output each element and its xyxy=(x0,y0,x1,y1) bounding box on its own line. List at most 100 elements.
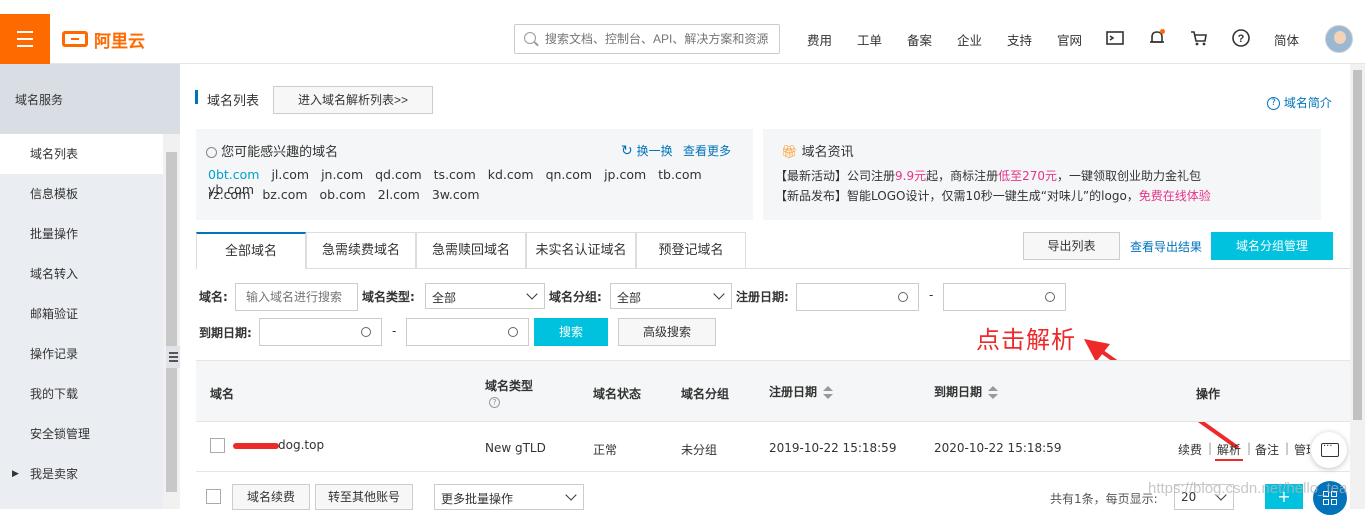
terminal-icon[interactable] xyxy=(1105,28,1125,48)
tab-preregistered[interactable]: 预登记域名 xyxy=(636,232,746,268)
export-results-link[interactable]: 查看导出结果 xyxy=(1130,238,1202,255)
bell-icon[interactable] xyxy=(1147,28,1167,48)
domain-search-input[interactable] xyxy=(235,283,358,311)
suggested-domain[interactable]: jp.com xyxy=(604,167,646,182)
nav-fees[interactable]: 费用 xyxy=(807,30,832,49)
nav-official-site[interactable]: 官网 xyxy=(1057,30,1082,49)
sort-icon[interactable] xyxy=(988,385,999,400)
suggested-domain[interactable]: tb.com xyxy=(658,167,702,182)
sidebar-item-transfer-in[interactable]: 域名转入 xyxy=(0,254,163,294)
manage-link[interactable]: 管理 xyxy=(1294,441,1310,458)
tab-renew-urgent[interactable]: 急需续费域名 xyxy=(306,232,416,268)
question-icon[interactable]: ? xyxy=(489,397,500,408)
domain-status: 正常 xyxy=(593,443,618,457)
watermark-text: https://blog.csdn.net/hello_tea xyxy=(1148,480,1348,497)
suggested-domain[interactable]: bz.com xyxy=(262,187,307,202)
domain-link[interactable]: dog.top xyxy=(278,438,324,452)
nav-enterprise[interactable]: 企业 xyxy=(957,30,982,49)
news-title: 域名资讯 xyxy=(801,145,854,160)
title-accent xyxy=(195,90,198,104)
suggested-domain[interactable]: 3w.com xyxy=(432,187,480,202)
search-button[interactable]: 搜索 xyxy=(534,318,608,346)
language-switch[interactable]: 简体 xyxy=(1274,30,1299,49)
note-link[interactable]: 备注 xyxy=(1255,441,1279,458)
chevron-down-icon xyxy=(565,489,577,501)
cart-icon[interactable] xyxy=(1189,28,1209,48)
reg-date: 2019-10-22 15:18:59 xyxy=(769,441,897,455)
type-select[interactable]: 全部 xyxy=(425,283,545,309)
col-exp-date[interactable]: 到期日期 xyxy=(934,383,999,400)
sidebar-collapse-icon[interactable] xyxy=(166,346,180,368)
sidebar-item-security-lock[interactable]: 安全锁管理 xyxy=(0,414,163,454)
reg-date-end[interactable] xyxy=(943,283,1066,311)
op-separator: | xyxy=(1285,441,1290,455)
batch-ops-select[interactable]: 更多批量操作 xyxy=(434,484,584,510)
renew-link[interactable]: 续费 xyxy=(1178,441,1202,458)
suggested-domain[interactable]: kd.com xyxy=(488,167,534,182)
col-status: 域名状态 xyxy=(593,387,642,401)
news-highlight: 9.9元 xyxy=(895,169,927,183)
main-content: 域名列表 进入域名解析列表>> ? 域名简介 您可能感兴趣的域名 ↻ 换一换 查… xyxy=(180,64,1365,515)
suggested-domain[interactable]: ob.com xyxy=(320,187,366,202)
exp-date-end[interactable] xyxy=(406,318,529,346)
nav-support[interactable]: 支持 xyxy=(1007,30,1032,49)
suggested-domain[interactable]: jl.com xyxy=(271,167,309,182)
type-select-value: 全部 xyxy=(432,291,457,305)
group-manage-button[interactable]: 域名分组管理 xyxy=(1211,232,1333,260)
sidebar-item-domain-list[interactable]: 域名列表 xyxy=(0,134,163,174)
enter-dns-list-button[interactable]: 进入域名解析列表>> xyxy=(273,86,433,114)
exp-date-start[interactable] xyxy=(259,318,382,346)
view-more-link[interactable]: 查看更多 xyxy=(683,142,731,159)
aliyun-logo[interactable]: 阿里云 xyxy=(62,28,145,52)
domain-group: 未分组 xyxy=(681,443,718,457)
chat-icon[interactable] xyxy=(1311,432,1347,468)
user-avatar[interactable] xyxy=(1325,25,1353,53)
batch-renew-button[interactable]: 域名续费 xyxy=(232,484,310,510)
sidebar-item-email-verify[interactable]: 邮箱验证 xyxy=(0,294,163,334)
sidebar-item-batch-ops[interactable]: 批量操作 xyxy=(0,214,163,254)
domain-intro-link[interactable]: ? 域名简介 xyxy=(1267,94,1332,111)
help-icon[interactable]: ? xyxy=(1231,28,1251,48)
caret-right-icon: ▶ xyxy=(12,469,19,479)
page-scrollbar[interactable] xyxy=(1350,64,1365,509)
sidebar-item-downloads[interactable]: 我的下载 xyxy=(0,374,163,414)
sort-icon[interactable] xyxy=(823,385,834,400)
advanced-search-button[interactable]: 高级搜索 xyxy=(618,318,716,346)
nav-icp[interactable]: 备案 xyxy=(907,30,932,49)
sidebar-item-op-log[interactable]: 操作记录 xyxy=(0,334,163,374)
search-input[interactable] xyxy=(543,29,775,49)
col-exp-date-label: 到期日期 xyxy=(934,385,983,399)
menu-icon[interactable] xyxy=(0,14,50,64)
tab-unverified[interactable]: 未实名认证域名 xyxy=(526,232,636,268)
suggested-domain[interactable]: qn.com xyxy=(546,167,593,182)
resolve-link[interactable]: 解析 xyxy=(1217,441,1241,458)
refresh-suggestions[interactable]: ↻ 换一换 xyxy=(621,142,673,159)
suggested-domain[interactable]: ts.com xyxy=(434,167,476,182)
news-header: 🎁︎ 域名资讯 xyxy=(781,141,854,160)
suggested-domain[interactable]: jn.com xyxy=(321,167,363,182)
sidebar-scrollbar[interactable] xyxy=(163,134,180,509)
transfer-account-button[interactable]: 转至其他账号 xyxy=(315,484,413,510)
reg-date-label: 注册日期: xyxy=(736,290,789,304)
type-filter-label: 域名类型: xyxy=(362,290,415,304)
news-line-2[interactable]: 【新品发布】智能LOGO设计，仅需10秒一键生成“对味儿”的logo，免费在线体… xyxy=(775,187,1211,204)
group-select[interactable]: 全部 xyxy=(610,283,732,309)
tab-redeem-urgent[interactable]: 急需赎回域名 xyxy=(416,232,526,268)
tab-all-domains[interactable]: 全部域名 xyxy=(196,232,306,269)
redacted-mark xyxy=(233,443,279,449)
global-search[interactable] xyxy=(514,24,780,54)
news-line-1[interactable]: 【最新活动】公司注册9.9元起，商标注册低至270元，一键领取创业助力金礼包 xyxy=(775,167,1201,184)
sidebar-item-seller[interactable]: ▶ 我是卖家 xyxy=(0,454,163,494)
nav-tickets[interactable]: 工单 xyxy=(857,30,882,49)
row-checkbox[interactable] xyxy=(210,438,225,453)
export-list-button[interactable]: 导出列表 xyxy=(1023,232,1120,260)
sidebar-item-info-template[interactable]: 信息模板 xyxy=(0,174,163,214)
suggested-domain[interactable]: 0bt.com xyxy=(208,167,259,182)
reg-date-start[interactable] xyxy=(796,283,919,311)
col-reg-date[interactable]: 注册日期 xyxy=(769,383,834,400)
suggested-domain[interactable]: qd.com xyxy=(375,167,422,182)
search-icon xyxy=(206,147,217,158)
suggested-domain[interactable]: rz.com xyxy=(208,187,250,202)
suggested-domain[interactable]: 2l.com xyxy=(378,187,420,202)
select-all-checkbox[interactable] xyxy=(206,489,221,504)
